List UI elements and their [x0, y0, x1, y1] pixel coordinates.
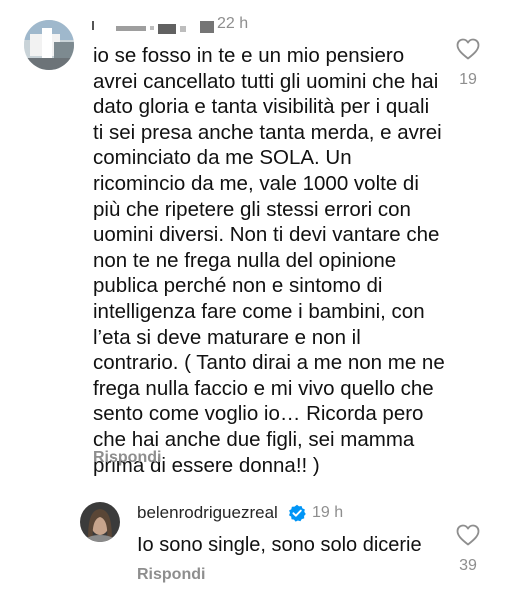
username-redacted[interactable] [92, 21, 214, 35]
like-count: 39 [459, 557, 477, 574]
like-button[interactable]: 19 [451, 38, 485, 89]
avatar[interactable] [80, 502, 120, 542]
comment-time: 19 h [312, 504, 344, 521]
avatar-image [80, 502, 120, 542]
comment-time: 22 h [217, 15, 249, 32]
reply-button[interactable]: Rispondi [137, 566, 205, 584]
heart-outline-icon [456, 524, 480, 546]
reply-button[interactable]: Rispondi [93, 449, 161, 467]
like-count: 19 [459, 71, 477, 88]
avatar-image [24, 20, 74, 70]
avatar[interactable] [24, 20, 74, 70]
comment-text: Io sono single, sono solo dicerie [137, 534, 422, 556]
username[interactable]: belenrodriguezreal [137, 503, 278, 523]
like-button[interactable]: 39 [451, 524, 485, 575]
verified-badge-icon [289, 504, 306, 522]
heart-outline-icon [456, 38, 480, 60]
comment-text: io se fosso in te e un mio pensiero avre… [93, 44, 445, 477]
